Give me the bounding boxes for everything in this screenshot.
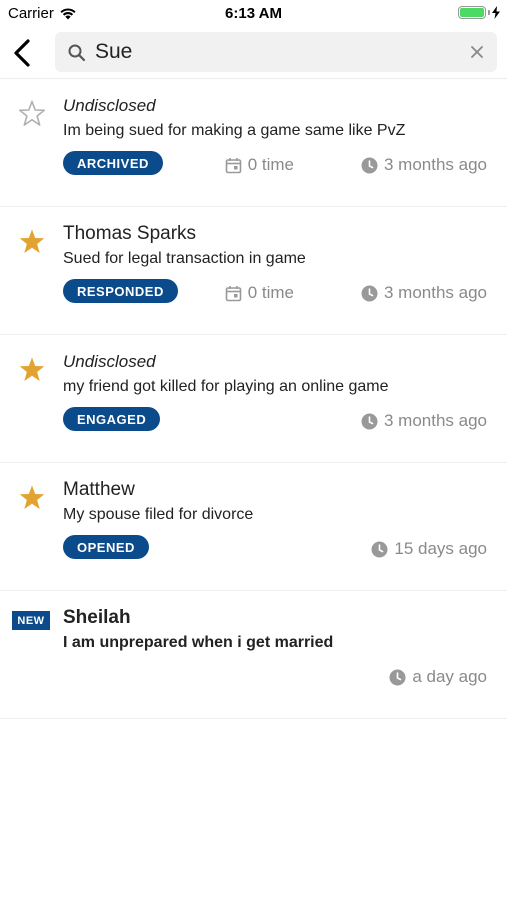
new-badge: NEW	[12, 611, 50, 630]
status-bar: Carrier 6:13 AM	[0, 0, 507, 28]
client-name: Undisclosed	[63, 352, 156, 371]
case-subject: Im being sued for making a game same lik…	[63, 122, 406, 139]
star-filled-icon[interactable]	[17, 483, 47, 513]
search-field[interactable]	[55, 32, 497, 72]
star-filled-icon[interactable]	[17, 355, 47, 385]
status-badge: ARCHIVED	[63, 151, 163, 175]
clock-icon	[361, 157, 378, 173]
case-subject: My spouse filed for divorce	[63, 506, 254, 523]
clock: 6:13 AM	[225, 5, 282, 22]
clock-icon	[361, 413, 378, 429]
case-subject: I am unprepared when i get married	[63, 634, 334, 651]
client-name: Undisclosed	[63, 96, 156, 115]
response-count-label: 0 time	[247, 283, 294, 302]
search-icon	[68, 44, 86, 62]
search-input[interactable]	[95, 32, 455, 72]
client-name: Sheilah	[63, 607, 131, 628]
case-list: Undisclosed Im being sued for making a g…	[0, 79, 507, 719]
star-outline-icon[interactable]	[17, 99, 47, 129]
calendar-icon	[225, 285, 242, 301]
status-badge: OPENED	[63, 535, 149, 559]
client-name: Thomas Sparks	[63, 223, 197, 244]
star-filled-icon[interactable]	[17, 227, 47, 257]
case-subject: Sued for legal transaction in game	[63, 250, 306, 267]
battery-indicator	[458, 6, 500, 19]
response-count: 0 time	[225, 155, 294, 175]
battery-icon	[458, 6, 486, 19]
clock-icon	[361, 285, 378, 301]
timestamp-label: 3 months ago	[383, 155, 487, 174]
response-count-label: 0 time	[247, 155, 294, 174]
timestamp: 3 months ago	[361, 283, 487, 303]
list-item[interactable]: Thomas Sparks Sued for legal transaction…	[0, 207, 507, 335]
timestamp-label: 3 months ago	[383, 283, 487, 302]
clock-icon	[389, 669, 406, 685]
status-badge: RESPONDED	[63, 279, 178, 303]
timestamp-label: 15 days ago	[394, 539, 487, 558]
timestamp-label: 3 months ago	[383, 411, 487, 430]
timestamp: a day ago	[389, 667, 487, 687]
case-subject: my friend got killed for playing an onli…	[63, 378, 389, 395]
timestamp-label: a day ago	[412, 667, 487, 686]
status-badge: ENGAGED	[63, 407, 161, 431]
timestamp: 3 months ago	[361, 155, 487, 175]
list-item[interactable]: NEW Sheilah I am unprepared when i get m…	[0, 591, 507, 719]
client-name: Matthew	[63, 479, 135, 500]
timestamp: 15 days ago	[371, 539, 487, 559]
calendar-icon	[225, 157, 242, 173]
battery-level	[460, 8, 484, 17]
clock-icon	[371, 541, 388, 557]
battery-cap	[488, 10, 490, 15]
charging-bolt-icon	[492, 6, 500, 19]
list-item[interactable]: Undisclosed my friend got killed for pla…	[0, 335, 507, 463]
response-count: 0 time	[225, 283, 294, 303]
timestamp: 3 months ago	[361, 411, 487, 431]
search-bar	[0, 28, 507, 79]
list-item[interactable]: Matthew My spouse filed for divorce OPEN…	[0, 463, 507, 591]
back-arrow-icon[interactable]	[10, 38, 36, 68]
clear-search-icon[interactable]	[469, 44, 485, 60]
list-item[interactable]: Undisclosed Im being sued for making a g…	[0, 79, 507, 207]
